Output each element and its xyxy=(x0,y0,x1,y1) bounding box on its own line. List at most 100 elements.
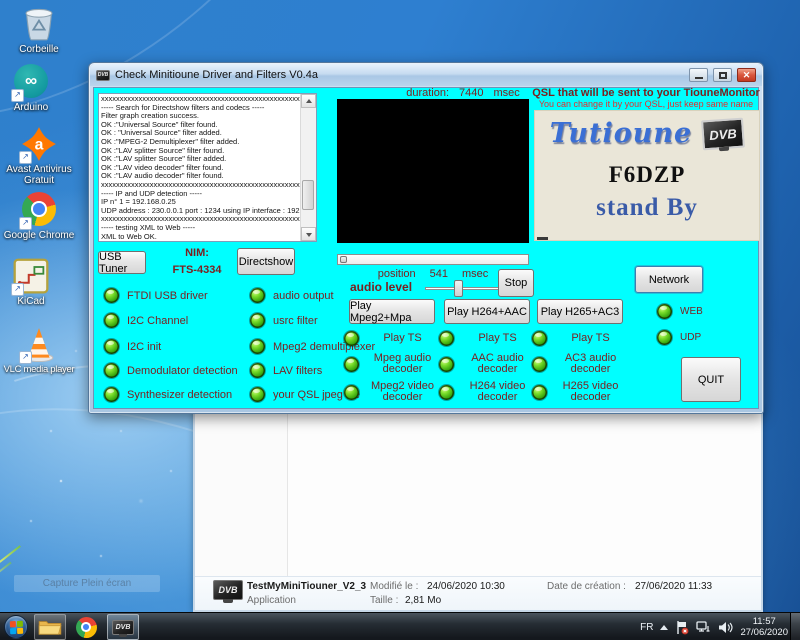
led-label: usrc filter xyxy=(273,315,318,327)
desktop-icon-arduino[interactable]: ∞ ↗ Arduino xyxy=(0,64,70,113)
mpeg-audio-decoder-led xyxy=(344,357,359,372)
maximize-button[interactable] xyxy=(713,68,732,82)
play-column-h264: Play H264+AAC Play TS AAC audio decoder … xyxy=(439,299,535,403)
chrome-icon: ↗ xyxy=(21,192,57,228)
folder-icon xyxy=(38,618,62,636)
show-hidden-icons-button[interactable] xyxy=(660,625,668,630)
clock-date: 27/06/2020 xyxy=(740,627,788,638)
led-label: Play TS xyxy=(365,333,440,344)
seek-slider-thumb[interactable] xyxy=(340,256,347,263)
lav-filters-led xyxy=(250,363,265,378)
svg-text:a: a xyxy=(35,137,44,154)
desktop-icon-recycle-bin[interactable]: Corbeille xyxy=(0,6,78,55)
scroll-thumb[interactable] xyxy=(302,180,314,210)
desktop-icon-vlc[interactable]: ↗ VLC media player xyxy=(0,326,78,375)
desktop-icon-label: Google Chrome xyxy=(0,230,78,241)
file-type: Application xyxy=(247,595,296,606)
tutioune-logo: Tutioune xyxy=(550,118,692,149)
duration-label: duration: xyxy=(406,87,449,99)
taskbar: DVB FR 11:57 27/06/2020 xyxy=(0,612,800,640)
minimize-button[interactable] xyxy=(689,68,708,82)
vlc-icon: ↗ xyxy=(21,326,57,362)
play-h264-button[interactable]: Play H264+AAC xyxy=(444,299,530,324)
app-title: Check Minitioune Driver and Filters V0.4… xyxy=(115,69,684,81)
chrome-icon xyxy=(76,617,97,638)
led-label: I2C Channel xyxy=(127,315,188,327)
scroll-down-button[interactable] xyxy=(301,227,316,241)
led-label: Mpeg2 video decoder xyxy=(365,381,440,403)
play-column-mpeg2: Play Mpeg2+Mpa Play TS Mpeg audio decode… xyxy=(344,299,440,403)
start-button[interactable] xyxy=(4,615,28,639)
scroll-up-button[interactable] xyxy=(301,94,316,108)
show-desktop-button[interactable] xyxy=(790,613,800,640)
ac3-audio-decoder-led xyxy=(532,357,547,372)
audio-level-thumb[interactable] xyxy=(454,280,463,297)
taskbar-minitioune-button[interactable]: DVB xyxy=(107,614,139,640)
dvb-logo-icon: DVB xyxy=(701,117,745,150)
audio-level-label: audio level xyxy=(350,280,412,294)
avast-icon: a ↗ xyxy=(21,126,57,162)
led-label: audio output xyxy=(273,290,334,302)
qsl-corner-fragment xyxy=(537,237,548,240)
play-ts-led xyxy=(344,331,359,346)
aac-audio-decoder-led xyxy=(439,357,454,372)
desktop-icon-chrome[interactable]: ↗ Google Chrome xyxy=(0,192,78,241)
log-textbox[interactable]: xxxxxxxxxxxxxxxxxxxxxxxxxxxxxxxxxxxxxxxx… xyxy=(98,93,317,242)
explorer-nav-pane[interactable] xyxy=(195,409,287,576)
explorer-content-pane[interactable] xyxy=(288,409,761,576)
file-modified-label: Modifié le : xyxy=(370,581,418,592)
action-center-icon[interactable] xyxy=(675,620,689,635)
directshow-button[interactable]: Directshow xyxy=(237,248,295,275)
led-label: Demodulator detection xyxy=(127,365,238,377)
app-titlebar[interactable]: DVB Check Minitioune Driver and Filters … xyxy=(90,64,762,86)
volume-icon[interactable] xyxy=(718,621,733,634)
position-unit: msec xyxy=(462,268,488,280)
app-client-area: xxxxxxxxxxxxxxxxxxxxxxxxxxxxxxxxxxxxxxxx… xyxy=(93,87,759,409)
duration-value: 7440 xyxy=(459,87,483,99)
mpeg2-video-decoder-led xyxy=(344,385,359,400)
taskbar-clock[interactable]: 11:57 27/06/2020 xyxy=(740,616,788,638)
file-created-value: 27/06/2020 11:33 xyxy=(635,581,712,592)
duration-unit: msec xyxy=(494,87,520,99)
nim-block: NIM: FTS-4334 xyxy=(152,247,242,276)
language-indicator[interactable]: FR xyxy=(640,622,653,633)
desktop-icon-kicad[interactable]: ↗ KiCad xyxy=(0,258,70,307)
network-button[interactable]: Network xyxy=(635,266,703,293)
desktop: Corbeille ∞ ↗ Arduino a ↗ Avast Antiviru… xyxy=(0,0,800,640)
ftdi-usb-driver-led xyxy=(104,288,119,303)
taskbar-chrome-button[interactable] xyxy=(70,614,102,640)
app-title-icon: DVB xyxy=(96,70,110,81)
dvb-file-icon: DVB xyxy=(213,580,243,600)
kicad-icon: ↗ xyxy=(13,258,49,294)
shortcut-arrow-icon: ↗ xyxy=(11,89,24,102)
desktop-icon-label: KiCad xyxy=(0,296,70,307)
close-button[interactable]: ✕ xyxy=(737,68,756,82)
qsl-status: stand By xyxy=(596,194,698,221)
network-icon[interactable] xyxy=(696,620,711,634)
play-h265-button[interactable]: Play H265+AC3 xyxy=(537,299,623,324)
log-scrollbar[interactable] xyxy=(300,94,316,241)
led-label: LAV filters xyxy=(273,365,322,377)
audio-level-slider[interactable] xyxy=(425,287,503,290)
seek-slider[interactable] xyxy=(337,254,529,265)
led-label: H264 video decoder xyxy=(460,381,535,403)
clock-time: 11:57 xyxy=(740,616,788,627)
qsl-image: Tutioune DVB F6DZP stand By xyxy=(534,110,760,241)
audio-output-led xyxy=(250,288,265,303)
stop-button[interactable]: Stop xyxy=(498,269,534,297)
system-tray: FR 11:57 27/06/2020 xyxy=(640,613,788,640)
file-name: TestMyMiniTiouner_V2_3 xyxy=(247,581,366,592)
h264-video-decoder-led xyxy=(439,385,454,400)
led-label: H265 video decoder xyxy=(553,381,628,403)
taskbar-explorer-button[interactable] xyxy=(34,614,66,640)
file-created-label: Date de création : xyxy=(547,581,626,592)
mpeg2-demultiplexer-led xyxy=(250,339,265,354)
file-size-value: 2,81 Mo xyxy=(405,595,441,606)
arduino-icon: ∞ ↗ xyxy=(13,64,49,100)
usb-tuner-button[interactable]: USB Tuner xyxy=(98,251,146,274)
quit-button[interactable]: QUIT xyxy=(681,357,741,402)
led-label: UDP xyxy=(680,332,701,343)
desktop-icon-avast[interactable]: a ↗ Avast Antivirus Gratuit xyxy=(0,126,78,186)
play-mpeg2-button[interactable]: Play Mpeg2+Mpa xyxy=(349,299,435,324)
web-led xyxy=(657,304,672,319)
